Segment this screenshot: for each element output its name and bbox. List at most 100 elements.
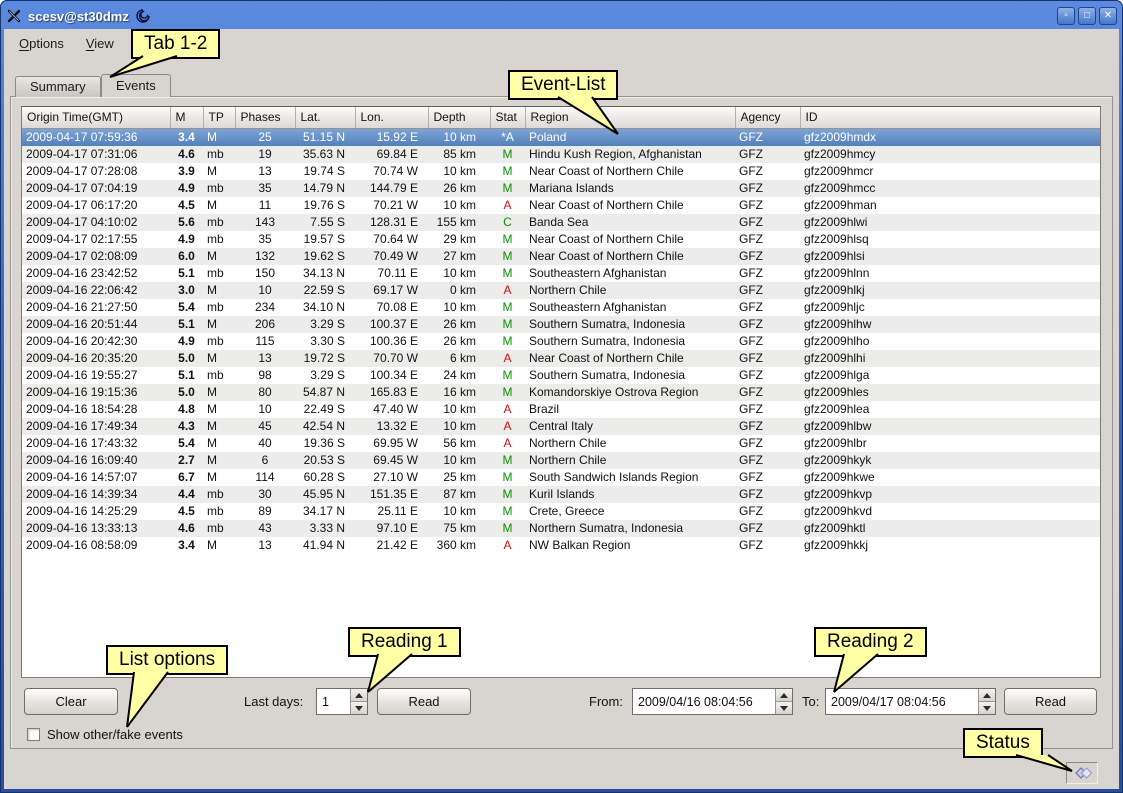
cell-time[interactable]: 2009-04-17 07:04:19: [22, 180, 170, 197]
cell-phases[interactable]: 11: [235, 197, 295, 214]
cell-agency[interactable]: GFZ: [735, 265, 800, 282]
cell-id[interactable]: gfz2009hlea: [800, 401, 1100, 418]
cell-tp[interactable]: M: [203, 418, 235, 435]
cell-tp[interactable]: M: [203, 316, 235, 333]
cell-depth[interactable]: 6 km: [428, 350, 490, 367]
cell-phases[interactable]: 115: [235, 333, 295, 350]
cell-lon[interactable]: 21.42 E: [355, 537, 428, 554]
table-row[interactable]: 2009-04-16 14:25:294.5mb8934.17 N25.11 E…: [22, 503, 1100, 520]
column-header-9[interactable]: Agency: [735, 107, 800, 128]
cell-lat[interactable]: 20.53 S: [295, 452, 355, 469]
cell-id[interactable]: gfz2009hlbr: [800, 435, 1100, 452]
cell-region[interactable]: Southeastern Afghanistan: [525, 265, 735, 282]
cell-time[interactable]: 2009-04-16 23:42:52: [22, 265, 170, 282]
cell-stat[interactable]: M: [490, 367, 525, 384]
cell-lon[interactable]: 13.32 E: [355, 418, 428, 435]
cell-region[interactable]: Mariana Islands: [525, 180, 735, 197]
cell-m[interactable]: 3.4: [170, 128, 203, 146]
table-row[interactable]: 2009-04-17 07:28:083.9M1319.74 S70.74 W1…: [22, 163, 1100, 180]
cell-region[interactable]: Southern Sumatra, Indonesia: [525, 367, 735, 384]
cell-depth[interactable]: 10 km: [428, 401, 490, 418]
cell-lat[interactable]: 22.49 S: [295, 401, 355, 418]
cell-stat[interactable]: A: [490, 435, 525, 452]
cell-depth[interactable]: 10 km: [428, 265, 490, 282]
cell-time[interactable]: 2009-04-17 07:59:36: [22, 128, 170, 146]
cell-lat[interactable]: 34.13 N: [295, 265, 355, 282]
cell-stat[interactable]: A: [490, 282, 525, 299]
event-list[interactable]: Origin Time(GMT)MTPPhasesLat.Lon.DepthSt…: [21, 106, 1101, 678]
cell-agency[interactable]: GFZ: [735, 435, 800, 452]
column-header-7[interactable]: Stat: [490, 107, 525, 128]
cell-lon[interactable]: 128.31 E: [355, 214, 428, 231]
cell-id[interactable]: gfz2009hlnn: [800, 265, 1100, 282]
cell-lat[interactable]: 60.28 S: [295, 469, 355, 486]
cell-phases[interactable]: 98: [235, 367, 295, 384]
cell-lon[interactable]: 70.74 W: [355, 163, 428, 180]
cell-time[interactable]: 2009-04-16 17:43:32: [22, 435, 170, 452]
maximize-button[interactable]: □: [1078, 7, 1096, 25]
cell-depth[interactable]: 24 km: [428, 367, 490, 384]
cell-agency[interactable]: GFZ: [735, 384, 800, 401]
table-row[interactable]: 2009-04-16 21:27:505.4mb23434.10 N70.08 …: [22, 299, 1100, 316]
cell-agency[interactable]: GFZ: [735, 282, 800, 299]
cell-tp[interactable]: M: [203, 401, 235, 418]
cell-m[interactable]: 5.4: [170, 299, 203, 316]
cell-lat[interactable]: 19.74 S: [295, 163, 355, 180]
table-row[interactable]: 2009-04-17 02:08:096.0M13219.62 S70.49 W…: [22, 248, 1100, 265]
cell-stat[interactable]: M: [490, 452, 525, 469]
cell-agency[interactable]: GFZ: [735, 128, 800, 146]
cell-m[interactable]: 4.8: [170, 401, 203, 418]
cell-region[interactable]: Komandorskiye Ostrova Region: [525, 384, 735, 401]
cell-agency[interactable]: GFZ: [735, 163, 800, 180]
cell-lat[interactable]: 34.17 N: [295, 503, 355, 520]
cell-phases[interactable]: 40: [235, 435, 295, 452]
cell-id[interactable]: gfz2009hlsq: [800, 231, 1100, 248]
last-days-input[interactable]: [317, 689, 350, 714]
cell-depth[interactable]: 10 km: [428, 452, 490, 469]
cell-stat[interactable]: M: [490, 231, 525, 248]
cell-id[interactable]: gfz2009hkvp: [800, 486, 1100, 503]
cell-stat[interactable]: M: [490, 299, 525, 316]
cell-stat[interactable]: M: [490, 248, 525, 265]
cell-id[interactable]: gfz2009hmdx: [800, 128, 1100, 146]
table-row[interactable]: 2009-04-16 17:49:344.3M4542.54 N13.32 E1…: [22, 418, 1100, 435]
cell-tp[interactable]: mb: [203, 503, 235, 520]
cell-lat[interactable]: 35.63 N: [295, 146, 355, 163]
show-fake-events-checkbox[interactable]: [27, 728, 40, 741]
cell-m[interactable]: 5.4: [170, 435, 203, 452]
cell-agency[interactable]: GFZ: [735, 197, 800, 214]
column-header-3[interactable]: Phases: [235, 107, 295, 128]
cell-lon[interactable]: 70.64 W: [355, 231, 428, 248]
cell-agency[interactable]: GFZ: [735, 299, 800, 316]
cell-depth[interactable]: 26 km: [428, 333, 490, 350]
cell-m[interactable]: 3.0: [170, 282, 203, 299]
cell-agency[interactable]: GFZ: [735, 537, 800, 554]
table-row[interactable]: 2009-04-17 07:59:363.4M2551.15 N15.92 E1…: [22, 128, 1100, 146]
table-row[interactable]: 2009-04-17 02:17:554.9mb3519.57 S70.64 W…: [22, 231, 1100, 248]
read-right-button[interactable]: Read: [1004, 688, 1097, 715]
table-row[interactable]: 2009-04-16 08:58:093.4M1341.94 N21.42 E3…: [22, 537, 1100, 554]
column-header-4[interactable]: Lat.: [295, 107, 355, 128]
table-row[interactable]: 2009-04-16 20:42:304.9mb1153.30 S100.36 …: [22, 333, 1100, 350]
cell-m[interactable]: 4.6: [170, 146, 203, 163]
cell-time[interactable]: 2009-04-16 19:15:36: [22, 384, 170, 401]
cell-lat[interactable]: 54.87 N: [295, 384, 355, 401]
cell-time[interactable]: 2009-04-17 07:28:08: [22, 163, 170, 180]
cell-agency[interactable]: GFZ: [735, 503, 800, 520]
cell-region[interactable]: Poland: [525, 128, 735, 146]
cell-lon[interactable]: 27.10 W: [355, 469, 428, 486]
cell-depth[interactable]: 0 km: [428, 282, 490, 299]
cell-id[interactable]: gfz2009hkwe: [800, 469, 1100, 486]
cell-stat[interactable]: M: [490, 503, 525, 520]
cell-id[interactable]: gfz2009hlga: [800, 367, 1100, 384]
cell-m[interactable]: 4.9: [170, 231, 203, 248]
cell-tp[interactable]: mb: [203, 520, 235, 537]
cell-m[interactable]: 4.6: [170, 520, 203, 537]
table-row[interactable]: 2009-04-16 20:35:205.0M1319.72 S70.70 W6…: [22, 350, 1100, 367]
minimize-button[interactable]: ▫: [1057, 7, 1075, 25]
cell-stat[interactable]: M: [490, 486, 525, 503]
cell-id[interactable]: gfz2009hmcr: [800, 163, 1100, 180]
cell-agency[interactable]: GFZ: [735, 350, 800, 367]
cell-stat[interactable]: A: [490, 537, 525, 554]
cell-time[interactable]: 2009-04-17 07:31:06: [22, 146, 170, 163]
